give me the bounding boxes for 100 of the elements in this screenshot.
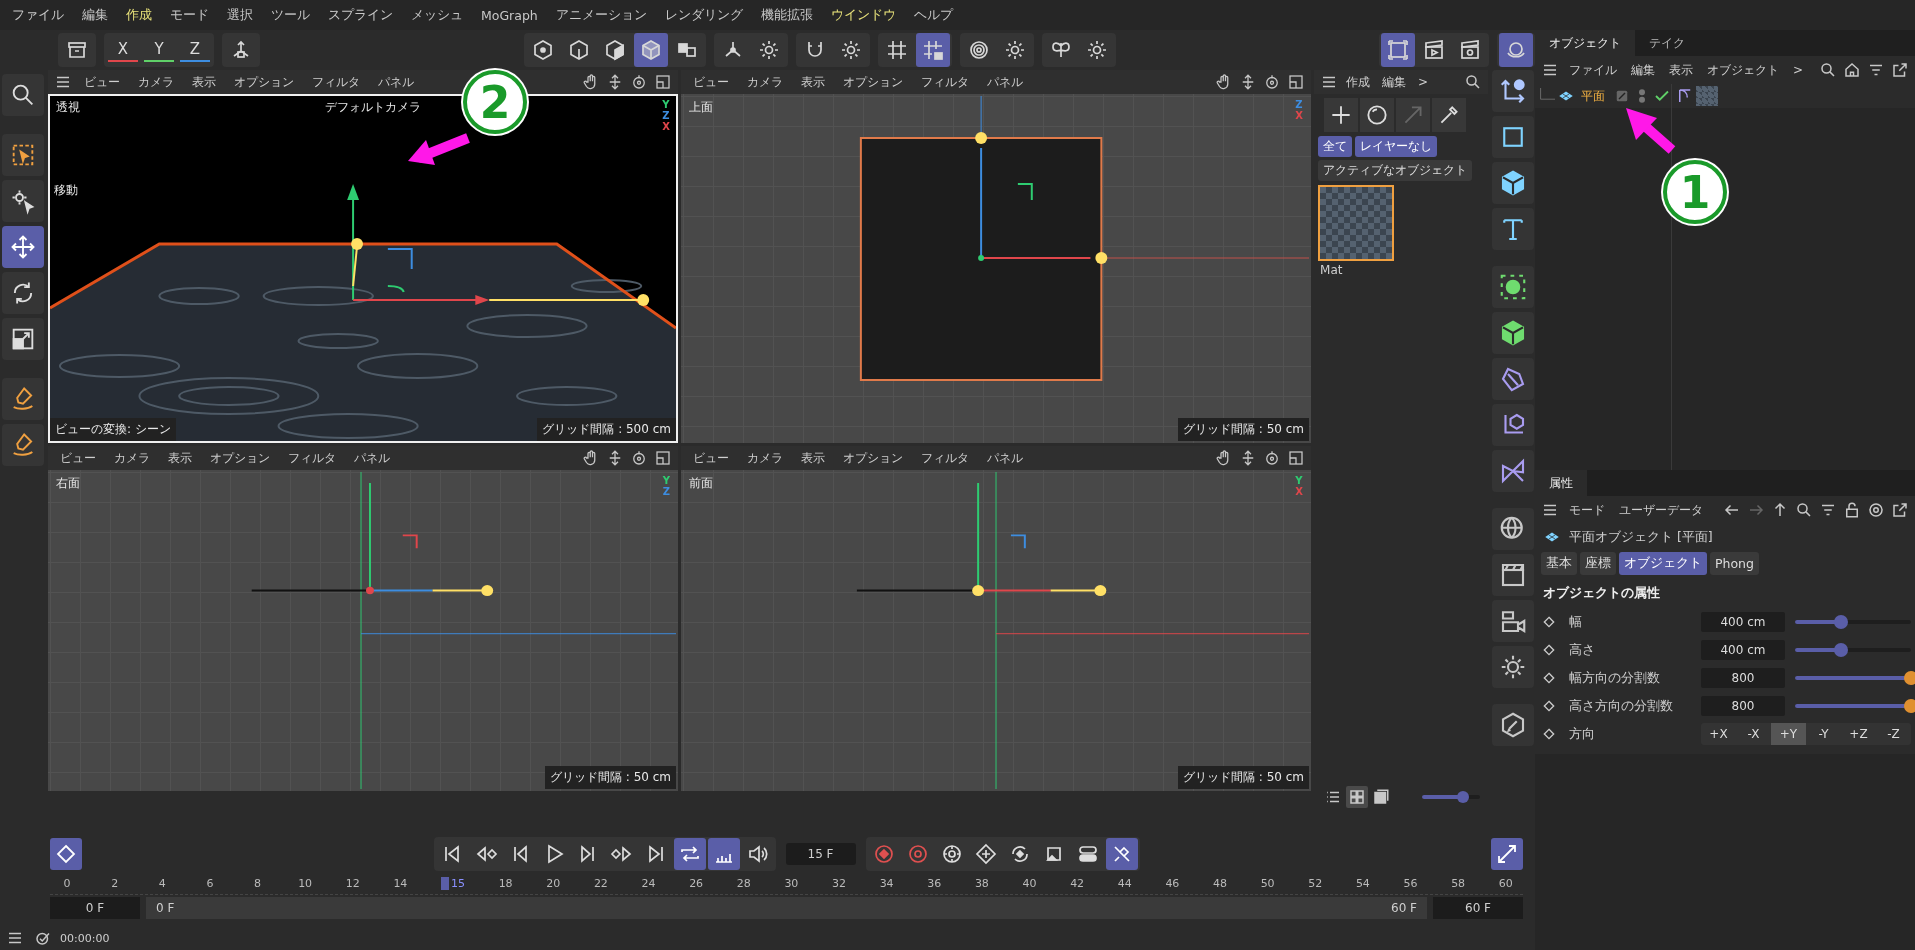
view-menu-item[interactable]: 表示 xyxy=(159,449,200,467)
menu-item[interactable]: アニメーション xyxy=(547,6,655,24)
direction-option[interactable]: +X xyxy=(1701,723,1736,745)
gear-cursor-icon[interactable] xyxy=(2,180,44,222)
scale-icon[interactable] xyxy=(2,318,44,360)
view-menu-item[interactable]: 表示 xyxy=(183,73,224,91)
menu-item[interactable]: ツール xyxy=(263,6,318,24)
panel-tab[interactable]: オブジェクト xyxy=(1535,30,1635,56)
viewport[interactable]: 上面 Z X グリッド間隔 : 50 cm xyxy=(681,94,1312,443)
menu-item[interactable]: メッシュ xyxy=(403,6,471,24)
view-menu-item[interactable]: パネル xyxy=(979,73,1031,91)
selection-box-icon[interactable] xyxy=(2,134,44,176)
square-icon[interactable] xyxy=(1492,116,1534,158)
view-menu-item[interactable]: オプション xyxy=(201,449,278,467)
material-thumbnail[interactable] xyxy=(1318,185,1395,261)
axis-cube-icon[interactable] xyxy=(1492,404,1534,446)
view-menu-item[interactable]: 表示 xyxy=(793,449,833,467)
value-field[interactable]: 800 xyxy=(1701,696,1785,716)
cube-icon[interactable] xyxy=(633,33,668,67)
slider-handle[interactable] xyxy=(1834,615,1849,629)
view-menu-item[interactable]: 表示 xyxy=(793,73,833,91)
attribute-tab[interactable]: 基本 xyxy=(1541,552,1577,575)
end-frame-field[interactable]: 60 F xyxy=(1433,897,1523,919)
view-menu-item[interactable]: フィルタ xyxy=(303,73,368,91)
axis-lock-button[interactable]: Y xyxy=(144,38,174,62)
keyframe-diamond-icon[interactable] xyxy=(1541,698,1557,714)
ring-bulb-icon[interactable] xyxy=(1499,33,1533,67)
menu-item[interactable]: 編集 xyxy=(74,6,116,24)
keyframe-diamond-icon[interactable] xyxy=(1541,670,1557,686)
view-menu-item[interactable]: パネル xyxy=(979,449,1031,467)
filter-button[interactable]: 全て xyxy=(1318,136,1353,157)
attribute-tab[interactable]: オブジェクト xyxy=(1619,552,1707,575)
view-menu-item[interactable]: カメラ xyxy=(739,449,791,467)
view-menu-item[interactable]: カメラ xyxy=(129,73,182,91)
direction-option[interactable]: +Y xyxy=(1771,723,1806,745)
keyframe-diamond-icon[interactable] xyxy=(1541,642,1557,658)
search-icon[interactable] xyxy=(2,74,44,116)
light-icon[interactable] xyxy=(1492,646,1534,688)
camera-icon[interactable] xyxy=(1492,600,1534,642)
pen-icon[interactable] xyxy=(2,378,44,420)
menu-item[interactable]: 作成 xyxy=(118,6,160,24)
axis-lock-button[interactable]: X xyxy=(108,38,138,62)
view-menu-item[interactable]: ビュー xyxy=(51,449,104,467)
edit-icon[interactable] xyxy=(1492,704,1534,746)
panel-tab[interactable]: 属性 xyxy=(1535,470,1587,496)
direction-option[interactable]: -Y xyxy=(1806,723,1841,745)
direction-option[interactable]: +Z xyxy=(1841,723,1876,745)
menu-item[interactable]: 作成 xyxy=(1340,73,1377,91)
menu-item[interactable]: MoGraph xyxy=(473,7,546,23)
view-menu-item[interactable]: パネル xyxy=(369,73,422,91)
attribute-tab[interactable]: Phong xyxy=(1710,552,1759,575)
menu-item[interactable]: モード xyxy=(1563,501,1611,519)
menu-item[interactable]: ウインドウ xyxy=(822,6,904,24)
key-off-icon[interactable] xyxy=(1105,838,1138,870)
grid-lock-icon[interactable] xyxy=(915,33,950,67)
view-menu-item[interactable]: オプション xyxy=(225,73,302,91)
view-menu-item[interactable]: カメラ xyxy=(739,73,791,91)
menu-item[interactable]: 編集 xyxy=(1625,61,1661,79)
view-menu-item[interactable]: パネル xyxy=(345,449,398,467)
filter-button[interactable]: レイヤーなし xyxy=(1355,136,1438,157)
pinwheel-icon[interactable] xyxy=(1492,450,1534,492)
menu-item[interactable]: モード xyxy=(162,6,217,24)
film-icon[interactable] xyxy=(1492,554,1534,596)
view-menu-item[interactable]: フィルタ xyxy=(279,449,344,467)
direction-option[interactable]: -Z xyxy=(1876,723,1911,745)
text-tool-icon[interactable] xyxy=(1492,208,1534,250)
slider-handle[interactable] xyxy=(1834,643,1849,657)
loop-icon[interactable] xyxy=(673,838,706,870)
slider-handle[interactable] xyxy=(1904,699,1915,713)
start-frame-field[interactable]: 0 F xyxy=(50,897,140,919)
camera-label[interactable]: デフォルトカメラ xyxy=(324,99,421,116)
globe-icon[interactable] xyxy=(1492,508,1534,550)
direction-option[interactable]: -X xyxy=(1736,723,1771,745)
frame-range-bar[interactable]: 0 F 60 F xyxy=(146,897,1427,919)
view-menu-item[interactable]: カメラ xyxy=(105,449,158,467)
current-frame-field[interactable]: 15 F xyxy=(785,843,856,865)
menu-item[interactable]: 編集 xyxy=(1376,73,1413,91)
slider-handle[interactable] xyxy=(1904,671,1915,685)
plus-icon[interactable] xyxy=(1324,98,1359,132)
menu-item[interactable]: 表示 xyxy=(1663,61,1699,79)
view-menu-item[interactable]: オプション xyxy=(835,449,911,467)
menu-item[interactable]: ファイル xyxy=(1563,61,1623,79)
menu-item[interactable]: スプライン xyxy=(320,6,401,24)
tile-view-icon[interactable] xyxy=(1346,786,1369,808)
menu-item[interactable]: オブジェクト xyxy=(1701,61,1785,79)
menu-item[interactable]: > xyxy=(1412,75,1435,89)
view-menu-item[interactable]: ビュー xyxy=(75,73,128,91)
axis-lock-button[interactable]: Z xyxy=(180,38,210,62)
object-name[interactable]: 平面 xyxy=(1577,87,1609,105)
view-menu-item[interactable]: ビュー xyxy=(685,449,737,467)
cube-icon[interactable] xyxy=(1492,162,1534,204)
viewport[interactable]: 前面 Y X グリッド間隔 : 50 cm xyxy=(681,470,1312,791)
keyframe-diamond-icon[interactable] xyxy=(1541,726,1557,742)
menu-item[interactable]: レンダリング xyxy=(656,6,751,24)
pen-icon[interactable] xyxy=(2,424,44,466)
menu-item[interactable]: 機能拡張 xyxy=(752,6,821,24)
view-menu-item[interactable]: フィルタ xyxy=(913,73,977,91)
attribute-tab[interactable]: 座標 xyxy=(1580,552,1616,575)
viewport[interactable]: 右面 Y Z グリッド間隔 : 50 cm xyxy=(47,470,678,791)
menu-item[interactable]: ヘルプ xyxy=(905,6,961,24)
